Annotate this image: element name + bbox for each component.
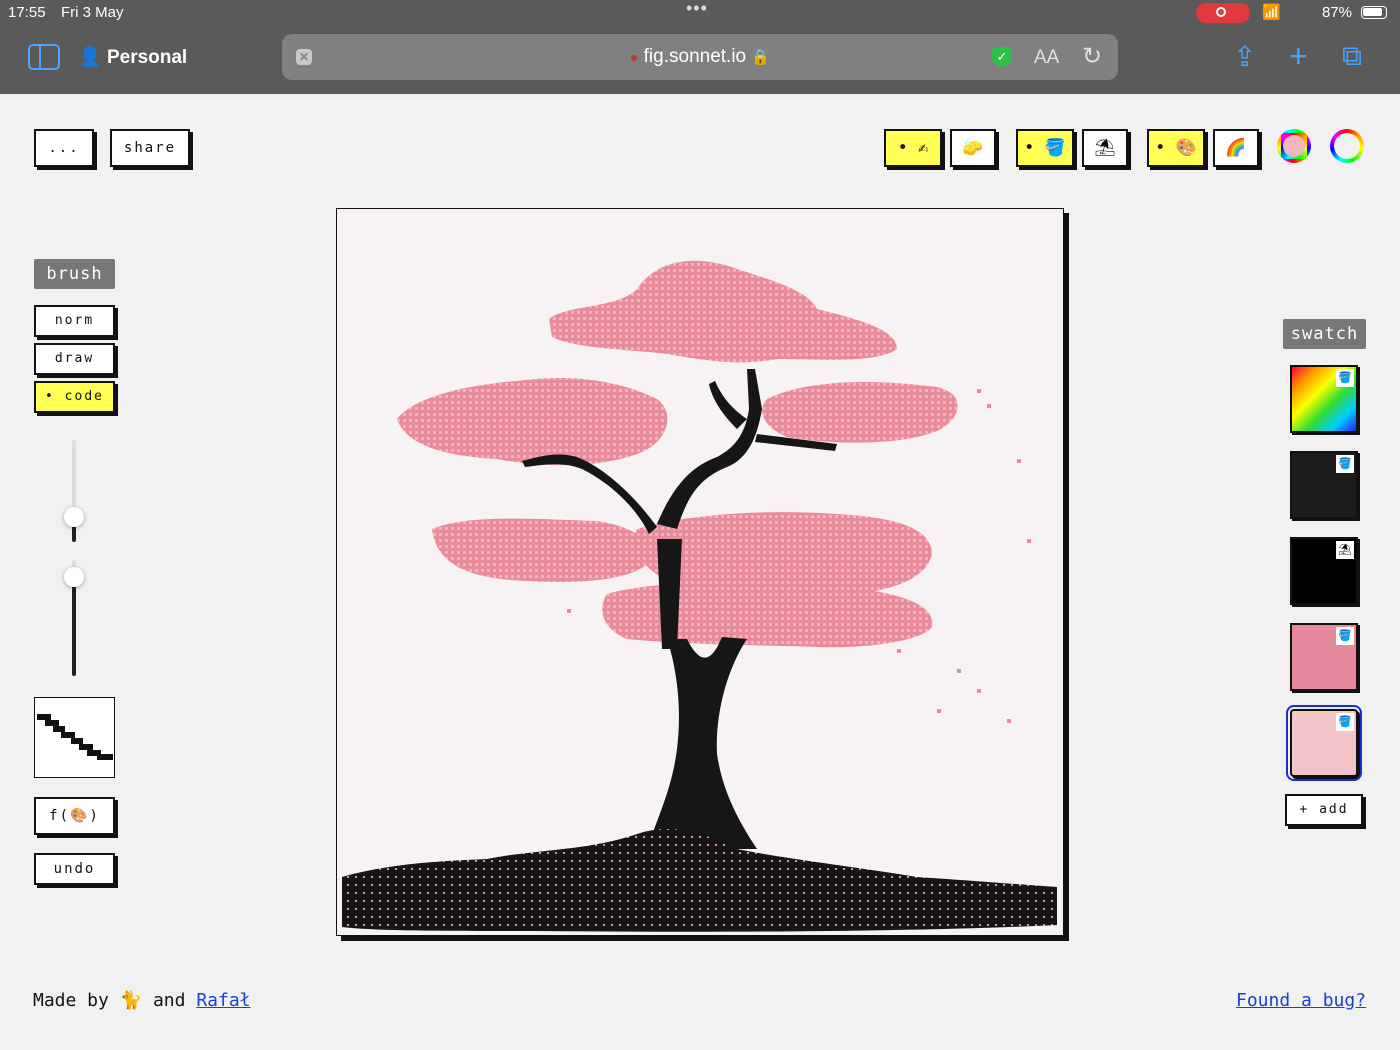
pink-swatch[interactable]: 🪣 <box>1290 623 1358 691</box>
pencil-tool-button[interactable]: • ✍ <box>884 129 942 167</box>
bonsai-artwork <box>342 260 1057 932</box>
lock-icon: 🔒 <box>751 49 771 66</box>
made-by-text: Made by <box>33 990 109 1011</box>
rainbow-tool-button[interactable]: 🌈 <box>1213 129 1259 167</box>
swatch-brush-icon: 🪣 <box>1336 713 1354 731</box>
battery-icon <box>1361 6 1387 19</box>
brush-preview <box>34 697 115 778</box>
brush-mode-label: draw <box>54 351 95 366</box>
brush-mode-label: norm <box>54 313 95 328</box>
menu-button[interactable]: ... <box>34 129 94 167</box>
palette-tool-icon: 🎨 <box>1175 138 1197 158</box>
profile-button[interactable]: 👤 Personal <box>78 45 187 69</box>
site-favicon-icon: ● <box>629 49 639 65</box>
swatch-brush-icon: ⛱ <box>1336 541 1354 559</box>
brush-section-label: brush <box>34 259 115 289</box>
swatch-section-label: swatch <box>1283 319 1366 349</box>
battery-percent: 87% <box>1322 4 1353 21</box>
rainbow-swatch[interactable]: 🪣 <box>1290 365 1358 433</box>
brush-bucket-tool-button[interactable]: • 🪣 <box>1016 129 1074 167</box>
function-button[interactable]: f(🎨) <box>34 797 115 835</box>
active-dot-icon: • <box>1024 138 1045 158</box>
profile-label: Personal <box>106 47 188 68</box>
new-tab-icon[interactable]: + <box>1289 38 1308 75</box>
and-text: and <box>152 990 186 1011</box>
browser-toolbar: 👤 Personal ✕ ● fig.sonnet.io 🔒 ✓ AA ↻ ⇪ … <box>0 26 1400 94</box>
add-swatch-button[interactable]: + add <box>1285 794 1363 826</box>
swatch-brush-icon: 🪣 <box>1336 455 1354 473</box>
bug-report-link[interactable]: Found a bug? <box>1236 990 1366 1011</box>
opacity-slider-fill <box>72 577 76 676</box>
current-color-fill <box>1283 135 1305 157</box>
current-color-ring[interactable] <box>1277 129 1311 163</box>
status-bar: 17:55 Fri 3 May ••• 📶 87% <box>0 0 1400 26</box>
brush-mode-draw[interactable]: draw <box>34 343 115 375</box>
opacity-slider-handle[interactable] <box>64 567 84 588</box>
size-slider-handle[interactable] <box>64 506 84 527</box>
address-bar[interactable]: ✕ ● fig.sonnet.io 🔒 ✓ AA ↻ <box>282 34 1118 80</box>
status-date: Fri 3 May <box>61 4 124 21</box>
screen-recording-icon[interactable] <box>1196 3 1250 23</box>
drawing-canvas[interactable] <box>336 208 1064 936</box>
person-icon: 👤 <box>78 47 102 68</box>
share-button[interactable]: share <box>110 129 190 167</box>
sidebar-toggle-icon[interactable] <box>28 44 60 70</box>
active-dot-icon: • <box>45 389 65 404</box>
palette-tool-button[interactable]: • 🎨 <box>1147 129 1205 167</box>
privacy-shield-icon[interactable]: ✓ <box>992 47 1012 67</box>
dark-gray-swatch[interactable]: 🪣 <box>1290 451 1358 519</box>
brush-bucket-tool-icon: 🪣 <box>1044 138 1066 158</box>
bug-report: Found a bug? <box>1236 990 1366 1011</box>
author-link[interactable]: Rafał <box>196 990 250 1011</box>
picker-tool-button[interactable]: ⛱ <box>1082 129 1128 167</box>
rainbow-tool-icon: 🌈 <box>1225 138 1247 158</box>
brush-mode-label: code <box>64 389 104 404</box>
share-icon[interactable]: ⇪ <box>1233 40 1256 73</box>
eraser-tool-icon: 🧽 <box>962 138 984 158</box>
active-dot-icon: • <box>1155 138 1176 158</box>
picker-tool-icon: ⛱ <box>1094 138 1116 158</box>
multitasking-dots-icon[interactable]: ••• <box>686 0 708 19</box>
credits: Made by 🐈 and Rafał <box>33 990 251 1011</box>
reader-aa-button[interactable]: AA <box>1034 47 1059 69</box>
cat-icon: 🐈 <box>119 990 143 1011</box>
active-dot-icon: • <box>897 138 919 158</box>
url-value: fig.sonnet.io <box>643 46 747 67</box>
brush-mode-code[interactable]: • code <box>34 381 115 413</box>
light-pink-swatch[interactable]: 🪣 <box>1286 705 1362 781</box>
undo-button[interactable]: undo <box>34 853 115 885</box>
black-swatch[interactable]: ⛱ <box>1290 537 1358 605</box>
swatch-brush-icon: 🪣 <box>1336 627 1354 645</box>
reload-icon[interactable]: ↻ <box>1082 42 1102 71</box>
brush-preview-stroke <box>37 714 113 760</box>
status-time: 17:55 <box>8 4 46 21</box>
pencil-tool-icon: ✍ <box>918 138 929 158</box>
ground-roots <box>342 829 1057 932</box>
eraser-tool-button[interactable]: 🧽 <box>950 129 996 167</box>
tabs-overview-icon[interactable]: ⧉ <box>1342 40 1362 73</box>
brush-mode-norm[interactable]: norm <box>34 305 115 337</box>
color-wheel-icon[interactable] <box>1330 129 1364 163</box>
swatch-brush-icon: 🪣 <box>1336 369 1354 387</box>
wifi-icon: 📶 <box>1262 4 1281 21</box>
